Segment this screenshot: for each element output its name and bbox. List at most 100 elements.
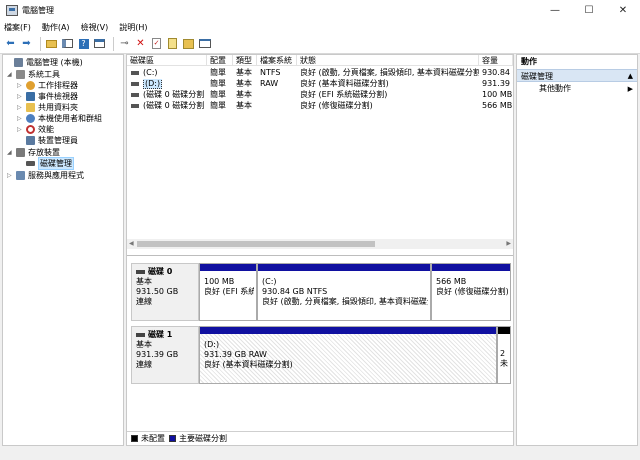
delete-icon[interactable]: ✕ [134, 37, 147, 50]
table-row[interactable]: (D:) 簡單 基本 RAW 良好 (基本資料磁碟分割) 931.39 G [127, 79, 513, 89]
menu-action[interactable]: 動作(A) [42, 22, 70, 33]
column-header-volume[interactable]: 磁碟區 [127, 55, 207, 66]
scroll-left-icon[interactable]: ◀ [129, 240, 134, 247]
volume-layout: 簡單 [210, 90, 226, 99]
volume-filesystem [257, 90, 297, 100]
console-view-icon[interactable] [93, 37, 106, 50]
system-tools-icon [16, 70, 25, 79]
tree-item-device-manager[interactable]: 裝置管理員 [17, 135, 78, 146]
minimize-button[interactable]: — [538, 0, 572, 20]
device-manager-icon [26, 136, 35, 145]
partition-status: 未 [500, 359, 508, 368]
column-header-filesystem[interactable]: 檔案系統 [257, 55, 297, 66]
check-icon[interactable]: ✓ [150, 37, 163, 50]
table-row[interactable]: (磁碟 0 磁碟分割 1) 簡單 基本 良好 (EFI 系統磁碟分割) 100 … [127, 90, 513, 100]
help-icon[interactable]: ? [77, 37, 90, 50]
disk-0-info[interactable]: 磁碟 0 基本 931.50 GB 連線 [131, 263, 199, 321]
drive-icon [131, 71, 139, 75]
partition-bar [498, 327, 510, 334]
tree-item-label: 裝置管理員 [38, 136, 78, 145]
horizontal-scrollbar[interactable]: ◀ ▶ [127, 239, 513, 249]
partition-name: (D:) [204, 340, 220, 349]
partition-bar [200, 327, 496, 334]
legend-swatch-primary [169, 435, 176, 442]
title-bar: 電腦管理 — ☐ ✕ [0, 0, 640, 20]
tree-item-shared-folders[interactable]: ▷ 共用資料夾 [17, 102, 78, 113]
actions-section-disk-management[interactable]: 磁碟管理 ▲ [517, 69, 637, 82]
volume-layout: 簡單 [210, 101, 226, 110]
tree-item-disk-management[interactable]: 磁碟管理 [17, 157, 74, 170]
drive-icon [131, 82, 139, 86]
tree-item-system-tools[interactable]: ◢ 系統工具 [7, 69, 60, 80]
tree-collapse-icon[interactable]: ◢ [7, 71, 14, 78]
disk-type: 基本 [136, 340, 152, 349]
tree-item-task-scheduler[interactable]: ▷ 工作排程器 [17, 80, 78, 91]
volume-type: 基本 [236, 79, 252, 88]
tree-item-computer-management[interactable]: 電腦管理 (本機) [5, 57, 83, 68]
scroll-right-icon[interactable]: ▶ [506, 240, 511, 247]
list-view-icon[interactable] [198, 37, 211, 50]
partition-efi[interactable]: 100 MB 良好 (EFI 系統 [199, 263, 257, 321]
tree-item-local-users-groups[interactable]: ▷ 本機使用者和群組 [17, 113, 102, 124]
scrollbar-thumb[interactable] [137, 241, 375, 247]
partition-unallocated[interactable]: 2 未 [497, 326, 511, 384]
column-header-status[interactable]: 狀態 [297, 55, 479, 66]
show-hide-tree-icon[interactable] [61, 37, 74, 50]
volume-status: 良好 (EFI 系統磁碟分割) [300, 90, 388, 99]
tree-expand-icon[interactable]: ▷ [17, 126, 24, 133]
tree-expand-icon[interactable]: ▷ [7, 172, 14, 179]
partition-recovery[interactable]: 566 MB 良好 (修復磁碟分割) [431, 263, 511, 321]
volume-layout: 簡單 [210, 79, 226, 88]
tree-item-performance[interactable]: ▷ 效能 [17, 124, 54, 135]
column-header-layout[interactable]: 配置 [207, 55, 233, 66]
tree-expand-icon[interactable]: ▷ [17, 104, 24, 111]
tree-expand-icon[interactable]: ▷ [17, 82, 24, 89]
tree-item-event-viewer[interactable]: ▷ 事件檢視器 [17, 91, 78, 102]
partition-status: 良好 (基本資料磁碟分割) [204, 360, 293, 369]
tree-expand-icon[interactable]: ▷ [17, 115, 24, 122]
performance-icon [26, 125, 35, 134]
event-viewer-icon [26, 92, 35, 101]
connect-icon[interactable]: ⊸ [118, 37, 131, 50]
partition-d[interactable]: (D:) 931.39 GB RAW 良好 (基本資料磁碟分割) [199, 326, 497, 384]
tree-collapse-icon[interactable]: ◢ [7, 149, 14, 156]
tree-item-label: 服務與應用程式 [28, 171, 84, 180]
partition-size: 931.39 GB RAW [204, 350, 267, 359]
menu-view[interactable]: 檢視(V) [81, 22, 109, 33]
tree-item-services-applications[interactable]: ▷ 服務與應用程式 [7, 170, 84, 181]
up-folder-icon[interactable] [45, 37, 58, 50]
forward-arrow-icon[interactable]: ➡ [20, 37, 33, 50]
export-icon[interactable] [166, 37, 179, 50]
table-row[interactable]: (磁碟 0 磁碟分割 4) 簡單 基本 良好 (修復磁碟分割) 566 MB [127, 101, 513, 111]
toolbar-divider [40, 36, 41, 51]
drive-icon [131, 104, 139, 108]
back-arrow-icon[interactable]: ⬅ [4, 37, 17, 50]
disk-icon [136, 333, 145, 337]
close-button[interactable]: ✕ [606, 0, 640, 20]
tree-item-label: 工作排程器 [38, 81, 78, 90]
table-row[interactable]: (C:) 簡單 基本 NTFS 良好 (啟動, 分頁檔案, 損毀傾印, 基本資料… [127, 68, 513, 78]
volume-list: 磁碟區 配置 類型 檔案系統 狀態 容量 (C:) 簡單 基本 NTFS 良好 … [127, 55, 513, 245]
volume-filesystem: NTFS [260, 68, 281, 77]
legend: 未配置 主要磁碟分割 [127, 431, 513, 445]
volume-name: (D:) [143, 79, 163, 89]
volume-type: 基本 [236, 68, 252, 77]
volume-capacity: 566 MB [482, 101, 513, 110]
menu-help[interactable]: 說明(H) [119, 22, 147, 33]
actions-section-label: 磁碟管理 [521, 72, 553, 81]
action-more-actions[interactable]: 其他動作 ▶ [517, 82, 637, 96]
menu-file[interactable]: 檔案(F) [4, 22, 31, 33]
column-header-capacity[interactable]: 容量 [479, 55, 513, 66]
volume-filesystem [257, 101, 297, 111]
volume-capacity: 100 MB [482, 90, 513, 99]
disk-1-info[interactable]: 磁碟 1 基本 931.39 GB 連線 [131, 326, 199, 384]
properties-icon[interactable] [182, 37, 195, 50]
disk-size: 931.50 GB [136, 287, 179, 296]
partition-status: 良好 (修復磁碟分割) [436, 287, 508, 296]
volume-filesystem: RAW [260, 79, 279, 88]
partition-c[interactable]: (C:) 930.84 GB NTFS 良好 (啟動, 分頁檔案, 損毀傾印, … [257, 263, 431, 321]
column-header-type[interactable]: 類型 [233, 55, 257, 66]
maximize-button[interactable]: ☐ [572, 0, 606, 20]
tree-expand-icon[interactable]: ▷ [17, 93, 24, 100]
disk-state: 連線 [136, 297, 152, 306]
